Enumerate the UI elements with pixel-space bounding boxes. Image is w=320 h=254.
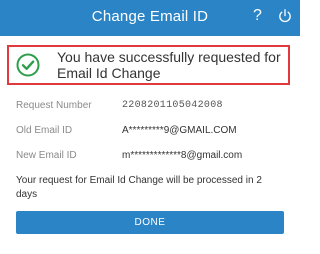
change-email-screen: Change Email ID ? You have successfully … <box>0 0 300 254</box>
old-email-label: Old Email ID <box>16 125 73 136</box>
check-circle-icon <box>16 53 40 77</box>
request-number-label: Request Number <box>16 100 92 111</box>
success-banner: You have successfully requested for Emai… <box>7 45 290 85</box>
old-email-value: A*********9@GMAIL.COM <box>122 125 237 136</box>
new-email-value: m*************8@gmail.com <box>122 150 243 161</box>
request-number-value: 2208201105042008 <box>122 100 223 111</box>
header-bar: Change Email ID ? <box>0 0 300 36</box>
power-icon[interactable] <box>277 8 293 24</box>
success-message: You have successfully requested for Emai… <box>57 49 281 81</box>
done-button[interactable]: DONE <box>16 211 284 234</box>
new-email-label: New Email ID <box>16 150 77 161</box>
help-icon[interactable]: ? <box>253 7 262 25</box>
processing-note: Your request for Email Id Change will be… <box>16 175 262 200</box>
